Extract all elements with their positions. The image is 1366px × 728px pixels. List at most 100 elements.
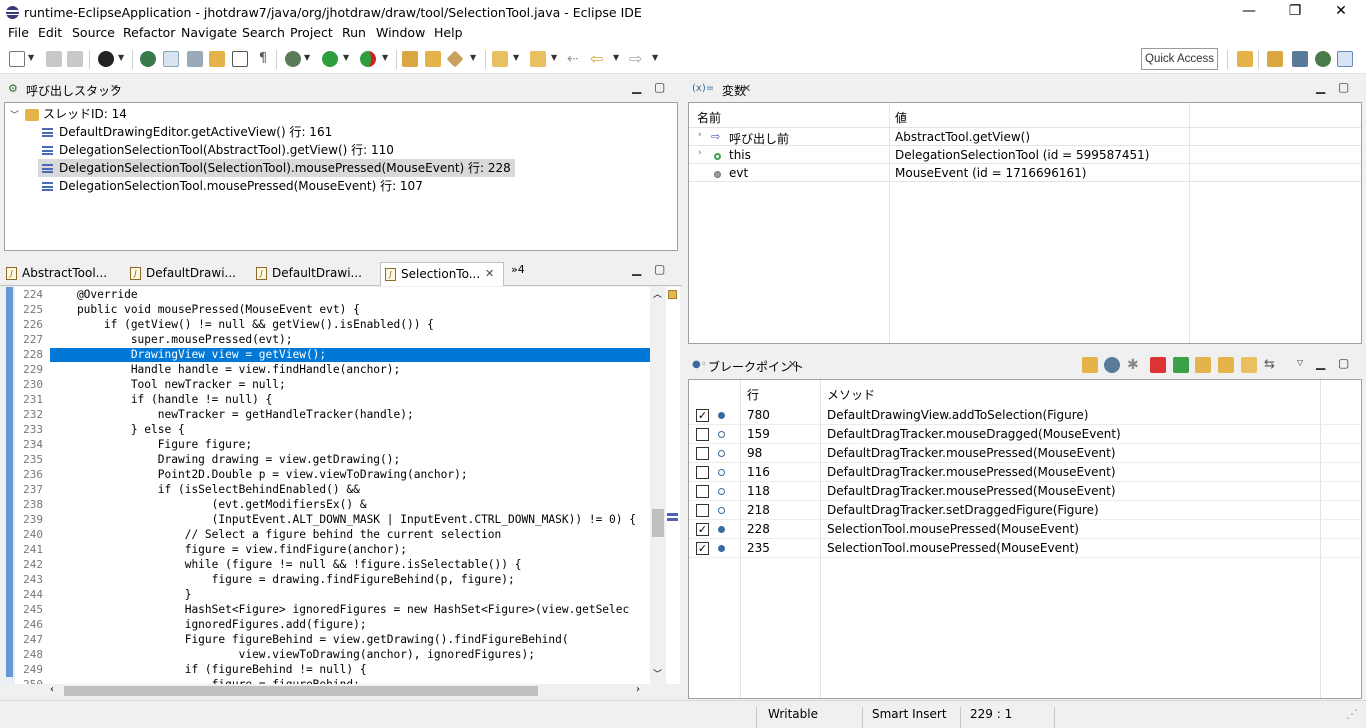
chevron-down-icon[interactable]: ▼ (382, 53, 388, 62)
chevron-right-icon[interactable]: › (698, 130, 702, 140)
variable-value[interactable]: MouseEvent (id = 1716696161) (895, 166, 1086, 180)
breakpoint-checkbox[interactable] (696, 428, 709, 441)
menu-edit[interactable]: Edit (38, 25, 62, 40)
block-selection-icon[interactable] (232, 51, 248, 67)
menu-navigate[interactable]: Navigate (181, 25, 237, 40)
code-line[interactable]: @Override (50, 287, 650, 302)
maximize-icon[interactable]: ▢ (1338, 356, 1349, 370)
code-line[interactable]: ignoredFigures.add(figure); (50, 617, 650, 632)
close-icon[interactable]: ✕ (788, 358, 797, 371)
overview-ruler[interactable] (666, 287, 680, 684)
overview-mark[interactable] (667, 518, 678, 521)
menu-run[interactable]: Run (342, 25, 366, 40)
new-package-icon[interactable] (425, 51, 441, 67)
code-line[interactable]: super.mousePressed(evt); (50, 332, 650, 347)
stack-frame[interactable]: DelegationSelectionTool.mousePressed(Mou… (42, 177, 423, 195)
code-line[interactable]: } else { (50, 422, 650, 437)
go-to-file-icon[interactable] (1104, 357, 1120, 373)
chevron-down-icon[interactable]: ▼ (343, 53, 349, 62)
tab-defaultdrawing-2[interactable]: J DefaultDrawi... (256, 262, 378, 286)
chevron-down-icon[interactable]: ▼ (470, 53, 476, 62)
code-line[interactable]: (evt.getModifiersEx() & (50, 497, 650, 512)
vertical-scrollbar[interactable]: ︿ ﹀ (650, 287, 666, 684)
menu-project[interactable]: Project (290, 25, 333, 40)
profile-icon[interactable] (98, 51, 114, 67)
code-line[interactable]: figure = figureBehind; (50, 677, 650, 684)
callstack-title[interactable]: 呼び出しスタック (26, 82, 122, 99)
chevron-down-icon[interactable]: ▼ (513, 53, 519, 62)
minimize-icon[interactable]: ▁ (632, 80, 641, 94)
link-with-view-icon[interactable]: ⇆ (1264, 357, 1280, 373)
breakpoint-checkbox[interactable] (696, 485, 709, 498)
code-line[interactable]: if (handle != null) { (50, 392, 650, 407)
menu-search[interactable]: Search (242, 25, 285, 40)
code-line[interactable]: if (figureBehind != null) { (50, 662, 650, 677)
close-icon[interactable]: ✕ (742, 82, 751, 95)
remove-breakpoint-icon[interactable] (1150, 357, 1166, 373)
close-button[interactable]: ✕ (1318, 0, 1364, 24)
code-line[interactable]: HashSet<Figure> ignoredFigures = new Has… (50, 602, 650, 617)
tab-overflow[interactable]: »4 (511, 263, 525, 276)
view-menu-icon[interactable]: ▽ (1297, 358, 1303, 367)
stack-frame-selected[interactable]: DelegationSelectionTool(SelectionTool).m… (38, 159, 515, 177)
code-line[interactable]: Figure figure; (50, 437, 650, 452)
close-icon[interactable]: ✕ (485, 263, 494, 285)
code-line[interactable]: newTracker = getHandleTracker(handle); (50, 407, 650, 422)
menu-refactor[interactable]: Refactor (123, 25, 175, 40)
code-line[interactable]: DrawingView view = getView(); (50, 347, 650, 362)
code-line[interactable]: Drawing drawing = view.getDrawing(); (50, 452, 650, 467)
variable-value[interactable]: AbstractTool.getView() (895, 130, 1030, 144)
scroll-down-icon[interactable]: ﹀ (653, 667, 662, 680)
minimize-icon[interactable]: ▁ (1316, 80, 1325, 94)
insert-mode-status[interactable]: Smart Insert (872, 707, 947, 721)
tab-defaultdrawing-1[interactable]: J DefaultDrawi... (130, 262, 252, 286)
cursor-position[interactable]: 229 : 1 (970, 707, 1012, 721)
col-method-header[interactable]: メソッド (827, 386, 875, 403)
maximize-icon[interactable]: ▢ (654, 262, 665, 276)
breakpoint-checkbox[interactable] (696, 504, 709, 517)
variable-name[interactable]: evt (729, 166, 748, 180)
horizontal-scrollbar[interactable]: ‹ › (44, 684, 648, 698)
mark-occurrences-icon[interactable] (187, 51, 203, 67)
resource-perspective-icon[interactable] (1337, 51, 1353, 67)
chevron-right-icon[interactable]: › (698, 148, 702, 158)
resume-icon[interactable] (1173, 357, 1189, 373)
scroll-thumb[interactable] (652, 509, 664, 537)
chevron-down-icon[interactable]: ▼ (652, 53, 658, 62)
run-icon[interactable] (322, 51, 338, 67)
prev-annotation-icon[interactable] (530, 51, 546, 67)
restore-button[interactable]: ❐ (1272, 0, 1318, 24)
code-line[interactable]: Figure figureBehind = view.getDrawing().… (50, 632, 650, 647)
breakpoint-checkbox[interactable]: ✓ (696, 523, 709, 536)
stack-frame[interactable]: DelegationSelectionTool(AbstractTool).ge… (42, 141, 394, 159)
code-line[interactable]: view.viewToDrawing(anchor), ignoredFigur… (50, 647, 650, 662)
last-edit-icon[interactable]: ⇠ (567, 51, 583, 67)
code-line[interactable]: if (getView() != null && getView().isEna… (50, 317, 650, 332)
col-value-header[interactable]: 値 (895, 109, 907, 126)
code-line[interactable]: figure = drawing.findFigureBehind(p, fig… (50, 572, 650, 587)
breakpoint-row[interactable]: ✓ 780 DefaultDrawingView.addToSelection(Fi… (689, 406, 1361, 425)
show-supported-breakpoints-icon[interactable] (1082, 357, 1098, 373)
breakpoint-row[interactable]: ✓ 235 SelectionTool.mousePressed(MouseEven… (689, 539, 1361, 558)
scroll-up-icon[interactable]: ︿ (653, 287, 662, 300)
back-icon[interactable]: ⇦ (590, 51, 606, 67)
variable-name[interactable]: 呼び出し前 (729, 130, 789, 147)
code-line[interactable]: (InputEvent.ALT_DOWN_MASK | InputEvent.C… (50, 512, 650, 527)
code-line[interactable]: if (isSelectBehindEnabled() && (50, 482, 650, 497)
col-name-header[interactable]: 名前 (697, 109, 721, 126)
menu-source[interactable]: Source (72, 25, 115, 40)
breakpoint-checkbox[interactable]: ✓ (696, 409, 709, 422)
step-over-icon[interactable] (1218, 357, 1234, 373)
code-line[interactable]: } (50, 587, 650, 602)
java-perspective-icon[interactable] (1267, 51, 1283, 67)
stack-frame[interactable]: DefaultDrawingEditor.getActiveView() 行: … (42, 123, 332, 141)
code-line[interactable]: Handle handle = view.findHandle(anchor); (50, 362, 650, 377)
tab-abstracttool[interactable]: J AbstractTool... (6, 262, 126, 286)
save-icon[interactable] (46, 51, 62, 67)
code-line[interactable]: while (figure != null && !figure.isSelec… (50, 557, 650, 572)
maximize-icon[interactable]: ▢ (654, 80, 665, 94)
minimize-icon[interactable]: ▁ (632, 262, 641, 276)
menu-help[interactable]: Help (434, 25, 463, 40)
scroll-thumb[interactable] (64, 686, 538, 696)
breakpoint-row[interactable]: 118 DefaultDragTracker.mousePressed(Mouse… (689, 482, 1361, 501)
